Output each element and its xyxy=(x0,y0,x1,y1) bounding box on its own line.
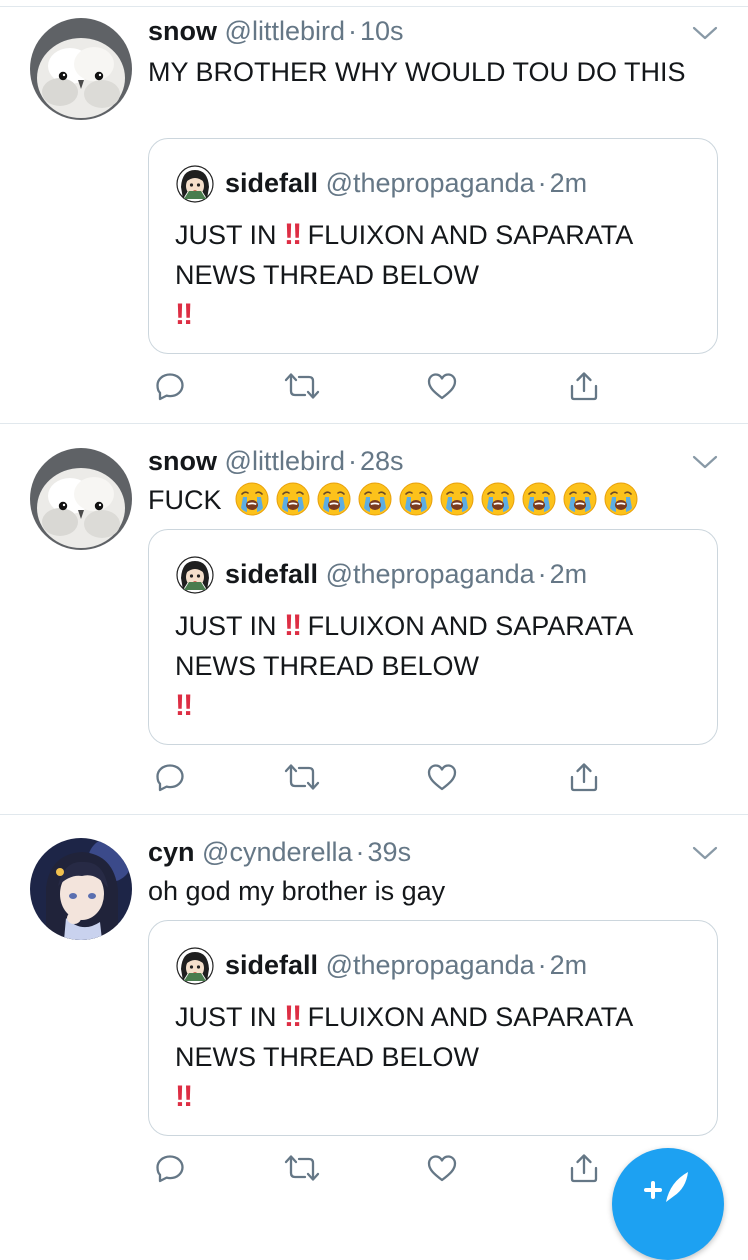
chevron-down-icon[interactable] xyxy=(692,845,718,861)
reply-icon[interactable] xyxy=(150,757,190,797)
display-name[interactable]: snow xyxy=(148,16,217,46)
chevron-down-icon[interactable] xyxy=(692,454,718,470)
tweet-text-word: FUCK xyxy=(148,485,222,515)
emoji-row xyxy=(235,482,638,516)
loudly-crying-face-icon xyxy=(563,482,597,516)
quoted-timestamp: 2m xyxy=(549,950,588,980)
separator-dot: · xyxy=(347,446,357,476)
quoted-avatar xyxy=(176,947,214,985)
tweet-header: snow @littlebird · 28s xyxy=(148,445,404,477)
chevron-down-icon[interactable] xyxy=(692,25,718,41)
loudly-crying-face-icon xyxy=(399,482,433,516)
double-exclamation-icon: ‼ xyxy=(284,218,302,251)
separator-dot: · xyxy=(347,16,357,46)
loudly-crying-face-icon xyxy=(235,482,269,516)
timeline: snow @littlebird · 10s MY BROTHER WHY WOUL… xyxy=(0,0,748,1260)
quoted-timestamp: 2m xyxy=(549,168,588,198)
share-icon[interactable] xyxy=(564,757,604,797)
anime-girl-avatar[interactable] xyxy=(30,838,132,940)
quoted-display-name: sidefall xyxy=(225,559,319,589)
quoted-handle: @thepropaganda xyxy=(325,950,535,980)
quoted-tweet[interactable]: sidefall @thepropaganda · 2m JUST IN ‼ FLU… xyxy=(148,138,718,354)
separator-dot: · xyxy=(537,950,547,980)
double-exclamation-icon: ‼ xyxy=(284,609,302,642)
retweet-icon[interactable] xyxy=(282,366,322,406)
like-icon[interactable] xyxy=(422,1148,462,1188)
user-handle[interactable]: @littlebird xyxy=(225,16,345,46)
loudly-crying-face-icon xyxy=(317,482,351,516)
share-icon[interactable] xyxy=(564,1148,604,1188)
tweet-text: FUCK xyxy=(148,481,708,519)
like-icon[interactable] xyxy=(422,757,462,797)
timestamp[interactable]: 39s xyxy=(368,837,412,867)
loudly-crying-face-icon xyxy=(604,482,638,516)
loudly-crying-face-icon xyxy=(276,482,310,516)
compose-button[interactable] xyxy=(612,1148,724,1260)
loudly-crying-face-icon xyxy=(522,482,556,516)
quoted-header: sidefall @thepropaganda · 2m xyxy=(225,949,587,981)
quoted-timestamp: 2m xyxy=(549,559,588,589)
tweet-3[interactable]: cyn @cynderella · 39s oh god my brother is… xyxy=(0,815,748,1199)
tweet-1[interactable]: snow @littlebird · 10s MY BROTHER WHY WOUL… xyxy=(0,7,748,424)
reply-icon[interactable] xyxy=(150,1148,190,1188)
loudly-crying-face-icon xyxy=(481,482,515,516)
loudly-crying-face-icon xyxy=(440,482,474,516)
tweet-header: cyn @cynderella · 39s xyxy=(148,836,411,868)
tweet-2[interactable]: snow @littlebird · 28s FUCK sidefall @thep… xyxy=(0,424,748,815)
quoted-tweet[interactable]: sidefall @thepropaganda · 2m JUST IN ‼ FLU… xyxy=(148,920,718,1136)
user-handle[interactable]: @cynderella xyxy=(202,837,352,867)
display-name[interactable]: snow xyxy=(148,446,217,476)
quoted-text-part1: JUST IN xyxy=(175,611,277,641)
user-handle[interactable]: @littlebird xyxy=(225,446,345,476)
compose-feather-icon xyxy=(644,1172,688,1202)
double-exclamation-icon: ‼ xyxy=(284,1000,302,1033)
action-bar xyxy=(148,366,708,406)
quoted-handle: @thepropaganda xyxy=(325,168,535,198)
quoted-display-name: sidefall xyxy=(225,168,319,198)
quoted-text: JUST IN ‼ FLUIXON AND SAPARATA NEWS THRE… xyxy=(175,997,675,1117)
quoted-avatar xyxy=(176,556,214,594)
retweet-icon[interactable] xyxy=(282,1148,322,1188)
like-icon[interactable] xyxy=(422,366,462,406)
display-name[interactable]: cyn xyxy=(148,837,195,867)
separator-dot: · xyxy=(537,559,547,589)
timestamp[interactable]: 28s xyxy=(360,446,404,476)
owl-chick-avatar[interactable] xyxy=(30,18,132,120)
owl-chick-avatar[interactable] xyxy=(30,448,132,550)
quoted-tweet[interactable]: sidefall @thepropaganda · 2m JUST IN ‼ FLU… xyxy=(148,529,718,745)
separator-dot: · xyxy=(537,168,547,198)
double-exclamation-icon: ‼ xyxy=(175,1080,193,1113)
action-bar xyxy=(148,757,708,797)
tweet-text: oh god my brother is gay xyxy=(148,876,446,906)
retweet-icon[interactable] xyxy=(282,757,322,797)
quoted-header: sidefall @thepropaganda · 2m xyxy=(225,167,587,199)
double-exclamation-icon: ‼ xyxy=(175,689,193,722)
quoted-display-name: sidefall xyxy=(225,950,319,980)
timestamp[interactable]: 10s xyxy=(360,16,404,46)
double-exclamation-icon: ‼ xyxy=(175,298,193,331)
quoted-text: JUST IN ‼ FLUIXON AND SAPARATA NEWS THRE… xyxy=(175,215,675,335)
loudly-crying-face-icon xyxy=(358,482,392,516)
reply-icon[interactable] xyxy=(150,366,190,406)
quoted-text-part1: JUST IN xyxy=(175,220,277,250)
tweet-text: MY BROTHER WHY WOULD TOU DO THIS xyxy=(148,57,686,87)
quoted-text-part1: JUST IN xyxy=(175,1002,277,1032)
tweet-header: snow @littlebird · 10s xyxy=(148,15,404,47)
separator-dot: · xyxy=(355,837,365,867)
quoted-handle: @thepropaganda xyxy=(325,559,535,589)
quoted-avatar xyxy=(176,165,214,203)
quoted-text: JUST IN ‼ FLUIXON AND SAPARATA NEWS THRE… xyxy=(175,606,675,726)
quoted-header: sidefall @thepropaganda · 2m xyxy=(225,558,587,590)
share-icon[interactable] xyxy=(564,366,604,406)
